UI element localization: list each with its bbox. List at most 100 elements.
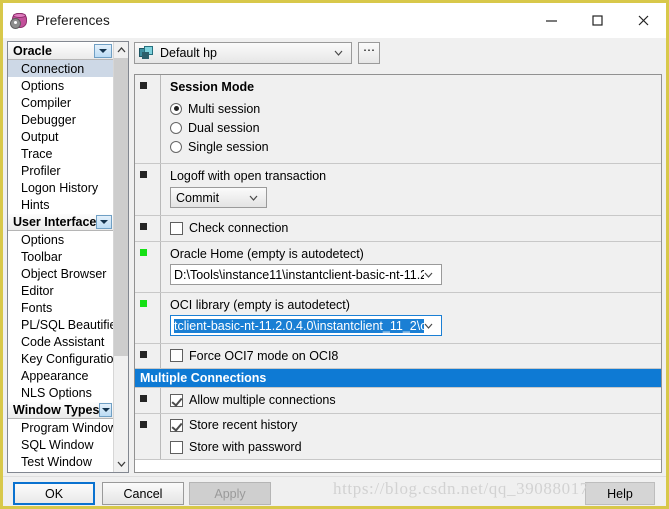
sidebar-item-hints[interactable]: Hints	[8, 196, 115, 213]
item-label: Plan Window	[21, 472, 94, 473]
logoff-caption: Logoff with open transaction	[170, 169, 327, 183]
checkbox-icon[interactable]	[170, 418, 183, 432]
sidebar-item-debugger[interactable]: Debugger	[8, 111, 115, 128]
sidebar-item-fonts[interactable]: Fonts	[8, 299, 115, 316]
connection-select[interactable]: Default hp	[134, 42, 352, 64]
settings-pane: Default hp ⋯ Session Mode Multi session	[134, 41, 662, 473]
checkbox-icon[interactable]	[170, 440, 183, 454]
item-label: Editor	[21, 283, 54, 298]
radio-icon[interactable]	[170, 140, 182, 153]
checkbox-allow-multiple-connections[interactable]: Allow multiple connections	[170, 388, 661, 412]
scroll-down-icon[interactable]	[114, 456, 128, 472]
item-label: Trace	[21, 146, 53, 161]
sidebar-scroll-thumb[interactable]	[114, 58, 128, 356]
checkbox-label: Store recent history	[189, 418, 298, 432]
radio-single-session[interactable]: Single session	[170, 137, 661, 156]
checkbox-icon[interactable]	[170, 393, 183, 407]
sidebar-item-trace[interactable]: Trace	[8, 145, 115, 162]
sidebar-group-window-types[interactable]: Window Types	[8, 401, 115, 419]
sidebar-item-plsql-beautifier[interactable]: PL/SQL Beautifier	[8, 316, 121, 333]
tree-content: Oracle Connection Options Compiler Debug…	[8, 42, 121, 473]
chevron-down-icon	[249, 195, 258, 201]
chevron-down-icon[interactable]	[96, 215, 112, 229]
sidebar-item-profiler[interactable]: Profiler	[8, 162, 115, 179]
sidebar-item-connection[interactable]: Connection	[8, 60, 115, 77]
radio-multi-session[interactable]: Multi session	[170, 99, 661, 118]
sidebar-item-compiler[interactable]: Compiler	[8, 94, 115, 111]
sidebar-item-editor[interactable]: Editor	[8, 282, 115, 299]
sidebar-item-options[interactable]: Options	[8, 77, 115, 94]
logoff-value: Commit	[176, 190, 220, 205]
chevron-down-icon	[334, 50, 343, 56]
oci-library-value: tclient-basic-nt-11.2.0.4.0\instantclien…	[174, 318, 424, 333]
radio-label: Multi session	[188, 101, 261, 116]
chevron-down-icon[interactable]	[94, 44, 112, 58]
checkbox-store-recent-history[interactable]: Store recent history	[170, 414, 661, 436]
sidebar-group-oracle[interactable]: Oracle	[8, 42, 115, 60]
window-title: Preferences	[36, 13, 110, 28]
item-label: Output	[21, 129, 59, 144]
minimize-icon[interactable]	[528, 3, 574, 38]
modified-marker	[140, 82, 147, 89]
settings-category-tree[interactable]: Oracle Connection Options Compiler Debug…	[7, 41, 129, 473]
group-label: User Interface	[13, 215, 97, 229]
radio-icon[interactable]	[170, 102, 182, 115]
checkbox-store-with-password[interactable]: Store with password	[170, 436, 661, 458]
sidebar-item-nls-options[interactable]: NLS Options	[8, 384, 115, 401]
sidebar-item-object-browser[interactable]: Object Browser	[8, 265, 115, 282]
radio-icon[interactable]	[170, 121, 182, 134]
item-label: Test Window	[21, 454, 92, 469]
window-controls	[528, 3, 666, 38]
sidebar-item-toolbar[interactable]: Toolbar	[8, 248, 115, 265]
sidebar-item-appearance[interactable]: Appearance	[8, 367, 115, 384]
chevron-down-icon[interactable]	[99, 403, 112, 417]
radio-dual-session[interactable]: Dual session	[170, 118, 661, 137]
dialog-footer: OK Cancel Apply Help	[3, 476, 666, 506]
item-label: Compiler	[21, 95, 72, 110]
modified-marker	[140, 351, 147, 358]
checkbox-force-oci7[interactable]: Force OCI7 mode on OCI8	[170, 344, 661, 367]
sidebar-group-user-interface[interactable]: User Interface	[8, 213, 115, 231]
modified-marker	[140, 171, 147, 178]
maximize-icon[interactable]	[574, 3, 620, 38]
help-button[interactable]: Help	[585, 482, 655, 505]
checkbox-label: Allow multiple connections	[189, 393, 336, 407]
oracle-home-input[interactable]: D:\Tools\instance11\instantclient-basic-…	[170, 264, 442, 285]
database-gear-icon	[10, 12, 29, 30]
section-store-history: Store recent history Store with password	[135, 414, 661, 460]
item-label: Hints	[21, 197, 50, 212]
sidebar-item-logon-history[interactable]: Logon History	[8, 179, 115, 196]
modified-marker-green	[140, 249, 147, 256]
item-label: Profiler	[21, 163, 61, 178]
item-label: Toolbar	[21, 249, 62, 264]
sidebar-item-program-window[interactable]: Program Window	[8, 419, 117, 436]
sidebar-item-plan-window[interactable]: Plan Window	[8, 470, 115, 473]
cancel-button[interactable]: Cancel	[102, 482, 184, 505]
oci-library-input[interactable]: tclient-basic-nt-11.2.0.4.0\instantclien…	[170, 315, 442, 336]
sidebar-item-ui-options[interactable]: Options	[8, 231, 115, 248]
sidebar-item-code-assistant[interactable]: Code Assistant	[8, 333, 115, 350]
modified-marker	[140, 223, 147, 230]
checkbox-icon[interactable]	[170, 221, 183, 235]
item-label: Appearance	[21, 368, 89, 383]
checkbox-label: Check connection	[189, 221, 289, 235]
oci-library-caption: OCI library (empty is autodetect)	[170, 298, 350, 312]
sidebar-item-sql-window[interactable]: SQL Window	[8, 436, 115, 453]
sidebar-scrollbar[interactable]	[113, 42, 128, 472]
close-icon[interactable]	[620, 3, 666, 38]
oracle-home-value: D:\Tools\instance11\instantclient-basic-…	[174, 267, 424, 282]
checkbox-check-connection[interactable]: Check connection	[170, 216, 661, 240]
checkbox-icon[interactable]	[170, 349, 183, 362]
scroll-up-icon[interactable]	[114, 42, 128, 58]
connection-browse-button[interactable]: ⋯	[358, 42, 380, 64]
sidebar-item-output[interactable]: Output	[8, 128, 115, 145]
chevron-down-icon	[424, 272, 433, 278]
item-label: Logon History	[21, 180, 99, 195]
chevron-down-icon	[424, 323, 433, 329]
modified-marker-green	[140, 300, 147, 307]
section-title: Session Mode	[170, 80, 255, 94]
sidebar-item-key-configuration[interactable]: Key Configuration	[8, 350, 120, 367]
logoff-select[interactable]: Commit	[170, 187, 267, 208]
ok-button[interactable]: OK	[13, 482, 95, 505]
sidebar-item-test-window[interactable]: Test Window	[8, 453, 115, 470]
